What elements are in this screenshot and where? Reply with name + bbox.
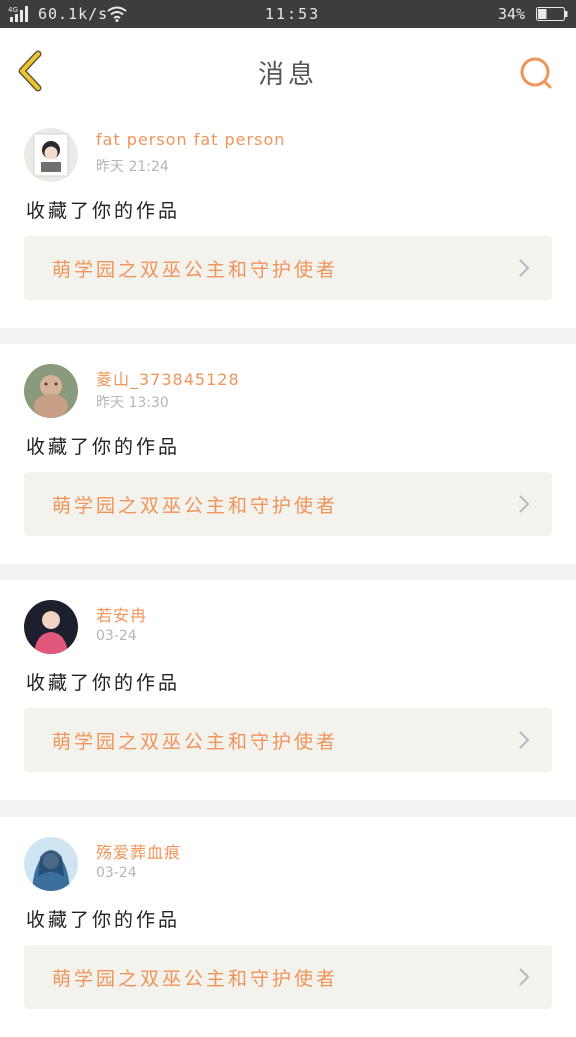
work-title: 萌学园之双巫公主和守护使者	[52, 731, 339, 753]
clock: 11:53	[265, 5, 321, 23]
message-time: 03-24	[96, 865, 137, 881]
avatar[interactable]	[24, 364, 78, 418]
avatar[interactable]	[24, 128, 78, 182]
status-bar: 4G 60.1k/s 11:53 34%	[0, 0, 576, 28]
username[interactable]: 殇爱葬血痕	[96, 839, 181, 863]
message-time: 昨天 13:30	[96, 395, 169, 411]
wifi-icon	[107, 6, 127, 22]
battery-percent: 34%	[498, 5, 526, 23]
avatar-image	[24, 128, 78, 182]
avatar-image	[24, 837, 78, 891]
chevron-right-icon	[519, 259, 530, 277]
action-text: 收藏了你的作品	[26, 672, 181, 694]
avatar-image	[24, 364, 78, 418]
svg-text:4G: 4G	[8, 6, 18, 14]
network-speed: 60.1k/s	[38, 5, 109, 23]
work-title: 萌学园之双巫公主和守护使者	[52, 259, 339, 281]
message-card: 菱山_373845128 昨天 13:30 收藏了你的作品 萌学园之双巫公主和守…	[0, 344, 576, 564]
work-link[interactable]: 萌学园之双巫公主和守护使者	[24, 236, 552, 300]
work-link[interactable]: 萌学园之双巫公主和守护使者	[24, 708, 552, 772]
message-card: 殇爱葬血痕 03-24 收藏了你的作品 萌学园之双巫公主和守护使者	[0, 817, 576, 1037]
avatar[interactable]	[24, 837, 78, 891]
search-icon[interactable]	[518, 55, 554, 91]
action-text: 收藏了你的作品	[26, 200, 181, 222]
avatar-image	[24, 600, 78, 654]
chevron-right-icon	[519, 731, 530, 749]
username[interactable]: fat person fat person	[96, 130, 285, 149]
work-title: 萌学园之双巫公主和守护使者	[52, 495, 339, 517]
chevron-right-icon	[519, 968, 530, 986]
app-header: 消息	[0, 28, 576, 109]
message-card: fat person fat person 昨天 21:24 收藏了你的作品 萌…	[0, 108, 576, 328]
chevron-right-icon	[519, 495, 530, 513]
work-link[interactable]: 萌学园之双巫公主和守护使者	[24, 945, 552, 1009]
work-title: 萌学园之双巫公主和守护使者	[52, 968, 339, 990]
message-time: 昨天 21:24	[96, 159, 169, 175]
avatar[interactable]	[24, 600, 78, 654]
username[interactable]: 若安冉	[96, 602, 147, 626]
battery-icon	[536, 7, 568, 21]
action-text: 收藏了你的作品	[26, 909, 181, 931]
action-text: 收藏了你的作品	[26, 436, 181, 458]
message-card: 若安冉 03-24 收藏了你的作品 萌学园之双巫公主和守护使者	[0, 580, 576, 800]
message-time: 03-24	[96, 628, 137, 644]
signal-icon: 4G	[8, 6, 28, 22]
work-link[interactable]: 萌学园之双巫公主和守护使者	[24, 472, 552, 536]
username[interactable]: 菱山_373845128	[96, 366, 240, 390]
page-title: 消息	[257, 60, 318, 90]
